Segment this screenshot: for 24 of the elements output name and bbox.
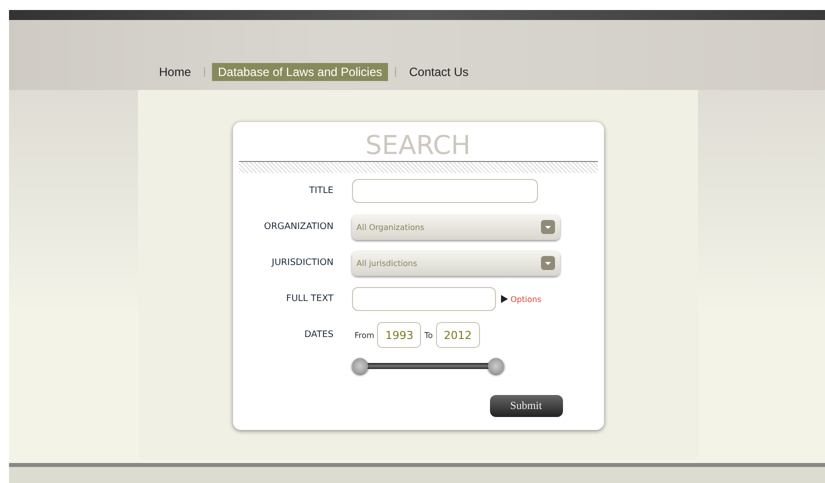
- year-field[interactable]: 2012: [436, 322, 480, 348]
- field-label: TITLE: [308, 186, 334, 196]
- dropdown[interactable]: All jurisdictions: [352, 250, 560, 276]
- submit-button[interactable]: Submit: [490, 395, 562, 417]
- nav-link[interactable]: Database of Laws and Policies: [212, 63, 388, 81]
- triangle-icon: [500, 295, 508, 303]
- options-link[interactable]: Options: [500, 294, 542, 304]
- search-heading: SEARCH: [364, 131, 472, 161]
- field-label: ORGANIZATION: [263, 222, 334, 232]
- field-label: JURISDICTION: [270, 258, 334, 268]
- input-field[interactable]: [352, 287, 496, 311]
- caret-icon: [540, 256, 554, 270]
- input-field[interactable]: [352, 179, 538, 203]
- slider-thumb[interactable]: [488, 358, 504, 374]
- from-label: From: [354, 330, 374, 340]
- to-label: To: [424, 330, 433, 340]
- caret-icon: [540, 220, 554, 234]
- slider-thumb[interactable]: [352, 358, 368, 374]
- year-field[interactable]: 1993: [377, 322, 422, 348]
- dropdown[interactable]: All Organizations: [352, 214, 560, 240]
- field-label: FULL TEXT: [285, 294, 334, 304]
- field-label: DATES: [303, 330, 334, 340]
- nav-link[interactable]: Home: [153, 63, 198, 81]
- nav-link[interactable]: Contact Us: [403, 63, 474, 81]
